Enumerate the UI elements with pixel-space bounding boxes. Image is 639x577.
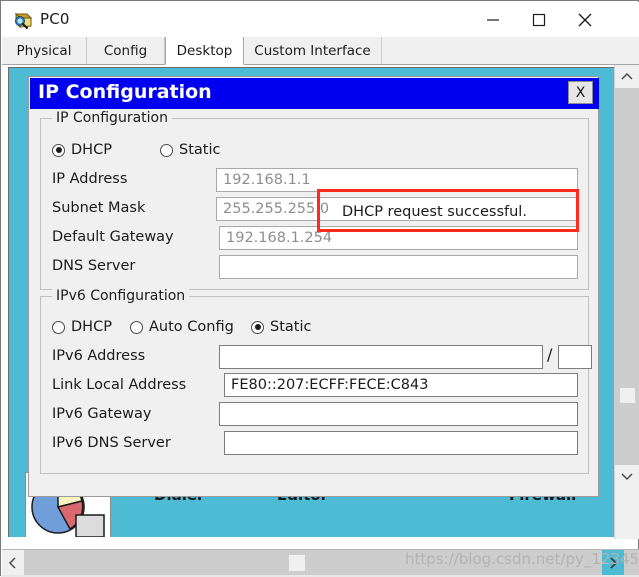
ipv6-mode-dhcp-label: DHCP [71,319,112,335]
dns-server-label: DNS Server [52,258,136,274]
dns-server-field[interactable] [219,255,578,279]
tab-physical[interactable]: Physical [2,37,87,64]
default-gateway-field[interactable]: 192.168.1.254 [219,226,578,250]
ipv6-prefix-field[interactable] [558,345,592,369]
ip-configuration-close-button[interactable]: X [568,81,593,104]
minimize-button[interactable] [470,2,516,37]
ipv6-mode-static-label: Static [270,319,312,335]
desktop-canvas: Dialer Editor Firewall IP Configuration … [2,65,639,539]
ipv4-mode-static-radio[interactable]: Static [160,142,220,158]
ip-address-field[interactable]: 192.168.1.1 [216,168,578,192]
ipv6-dns-server-field[interactable] [224,431,578,455]
tab-physical-label: Physical [16,42,72,59]
scroll-down-arrow-icon[interactable] [615,465,639,487]
desktop-surface: Dialer Editor Firewall IP Configuration … [8,67,621,537]
radio-dot-icon [52,143,65,157]
ipv6-gateway-label: IPv6 Gateway [52,406,152,422]
ipv4-mode-static-label: Static [179,142,221,158]
link-local-address-field[interactable]: FE80::207:ECFF:FECE:C843 [224,373,578,397]
vertical-scrollbar[interactable] [614,65,639,539]
ipv6-mode-dhcp-radio[interactable]: DHCP [52,319,112,335]
window-titlebar: PC0 [2,2,639,37]
radio-dot-icon [160,143,173,157]
ipv4-group-legend: IP Configuration [52,110,172,126]
ip-configuration-dialog: IP Configuration X IP Configuration DHCP… [28,76,599,497]
vertical-scroll-track[interactable] [615,88,639,465]
radio-dot-icon [130,320,143,334]
tab-desktop[interactable]: Desktop [165,37,244,65]
close-button[interactable] [562,2,608,37]
ipv6-gateway-field[interactable] [219,402,578,426]
ipv6-mode-static-radio[interactable]: Static [251,319,311,335]
maximize-button[interactable] [516,2,562,37]
radio-dot-icon [52,320,65,334]
packet-tracer-pc-icon [13,10,35,30]
tab-config[interactable]: Config [87,37,165,64]
radio-dot-icon [251,320,264,334]
ipv6-address-field[interactable] [219,345,543,369]
tab-desktop-label: Desktop [176,42,233,59]
ipv6-group-legend: IPv6 Configuration [52,288,190,304]
dhcp-status-message: DHCP request successful. [342,204,527,220]
ipv6-mode-auto-config-radio[interactable]: Auto Config [130,319,234,335]
ipv6-prefix-separator: / [547,345,553,364]
tab-config-label: Config [103,42,148,59]
tab-custom-interface-label: Custom Interface [254,42,371,59]
horizontal-scroll-thumb[interactable] [289,555,305,571]
ipv6-dns-server-label: IPv6 DNS Server [52,435,171,451]
ip-configuration-title: IP Configuration [38,81,212,103]
horizontal-scrollbar[interactable] [2,549,639,575]
scroll-up-arrow-icon[interactable] [615,66,639,88]
vertical-scroll-thumb[interactable] [620,388,635,403]
link-local-address-label: Link Local Address [52,377,187,393]
ipv4-mode-dhcp-radio[interactable]: DHCP [52,142,112,158]
tab-custom-interface[interactable]: Custom Interface [244,37,382,64]
default-gateway-label: Default Gateway [52,229,174,245]
subnet-mask-label: Subnet Mask [52,200,146,216]
pc0-window: PC0 Physical Config Desktop Custom Inter… [0,0,639,577]
scroll-right-arrow-icon[interactable] [602,550,624,575]
scroll-left-arrow-icon[interactable] [2,550,24,575]
ipv4-mode-dhcp-label: DHCP [71,142,112,158]
ipv6-address-label: IPv6 Address [52,348,146,364]
window-title: PC0 [40,10,70,28]
ipv6-mode-auto-config-label: Auto Config [149,319,234,335]
ip-address-label: IP Address [52,171,128,187]
tab-strip: Physical Config Desktop Custom Interface [2,37,639,65]
